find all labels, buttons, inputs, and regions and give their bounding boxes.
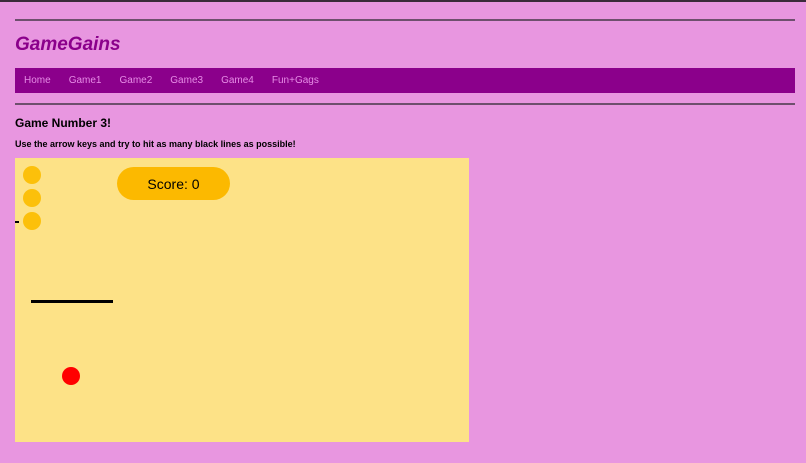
nav-link-game3[interactable]: Game3: [170, 75, 203, 86]
nav-link-game2[interactable]: Game2: [119, 75, 152, 86]
nav-divider: [15, 103, 795, 105]
target-black-line: [31, 300, 113, 303]
life-indicator: [23, 189, 41, 207]
site-brand[interactable]: GameGains: [15, 34, 121, 56]
score-display: Score: 0: [117, 167, 230, 200]
game-canvas[interactable]: Score: 0: [15, 158, 469, 442]
life-indicator: [23, 166, 41, 184]
nav-link-game1[interactable]: Game1: [69, 75, 102, 86]
window-top-strip: [0, 0, 806, 2]
game-instructions: Use the arrow keys and try to hit as man…: [15, 139, 296, 149]
top-divider: [15, 19, 795, 21]
main-nav: Home Game1 Game2 Game3 Game4 Fun+Gags: [15, 68, 795, 93]
nav-link-home[interactable]: Home: [24, 75, 51, 86]
nav-link-game4[interactable]: Game4: [221, 75, 254, 86]
life-indicator: [23, 212, 41, 230]
nav-link-fun-gags[interactable]: Fun+Gags: [272, 75, 319, 86]
player-line-stub: [15, 221, 19, 223]
page-heading: Game Number 3!: [15, 116, 112, 130]
player-ball: [62, 367, 80, 385]
